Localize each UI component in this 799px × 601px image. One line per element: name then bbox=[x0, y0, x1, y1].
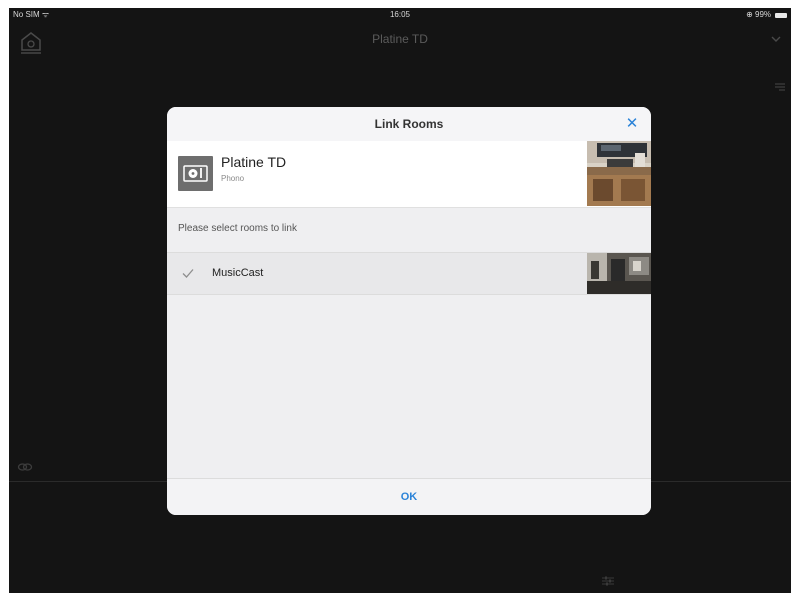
clock: 16:05 bbox=[389, 10, 411, 19]
room-photo bbox=[587, 253, 651, 294]
equalizer-icon[interactable] bbox=[600, 574, 616, 588]
menu-lines-icon[interactable] bbox=[773, 80, 787, 94]
status-bar: No SIM ᯤ 16:05 ⊕ 99% bbox=[9, 8, 791, 22]
dialog-title: Link Rooms bbox=[374, 117, 444, 131]
battery-icon bbox=[775, 12, 787, 18]
room-photo bbox=[587, 141, 651, 206]
room-title[interactable]: Platine TD bbox=[9, 32, 791, 46]
dialog-footer: OK bbox=[167, 478, 651, 515]
instruction-text: Please select rooms to link bbox=[178, 223, 297, 234]
source-input-label: Phono bbox=[221, 174, 245, 183]
dialog-header: Link Rooms ✕ bbox=[167, 107, 651, 142]
ok-button[interactable]: OK bbox=[167, 479, 651, 515]
room-name: MusicCast bbox=[212, 267, 264, 279]
app-header: Platine TD bbox=[9, 22, 791, 58]
app-screen: No SIM ᯤ 16:05 ⊕ 99% Platine TD Link Roo… bbox=[9, 8, 791, 593]
checkmark-icon bbox=[182, 269, 194, 278]
source-room-name: Platine TD bbox=[221, 154, 287, 170]
close-button[interactable]: ✕ bbox=[623, 114, 641, 134]
source-room-row: Platine TD Phono bbox=[167, 141, 651, 208]
battery-status: ⊕ 99% bbox=[746, 8, 787, 22]
room-list-item[interactable]: MusicCast bbox=[167, 252, 651, 295]
turntable-icon bbox=[178, 156, 213, 191]
link-icon[interactable] bbox=[17, 460, 33, 474]
link-rooms-dialog: Link Rooms ✕ Platine TD Phono Please sel… bbox=[167, 107, 651, 515]
chevron-down-icon[interactable] bbox=[769, 32, 783, 46]
battery-text: ⊕ 99% bbox=[746, 10, 771, 19]
